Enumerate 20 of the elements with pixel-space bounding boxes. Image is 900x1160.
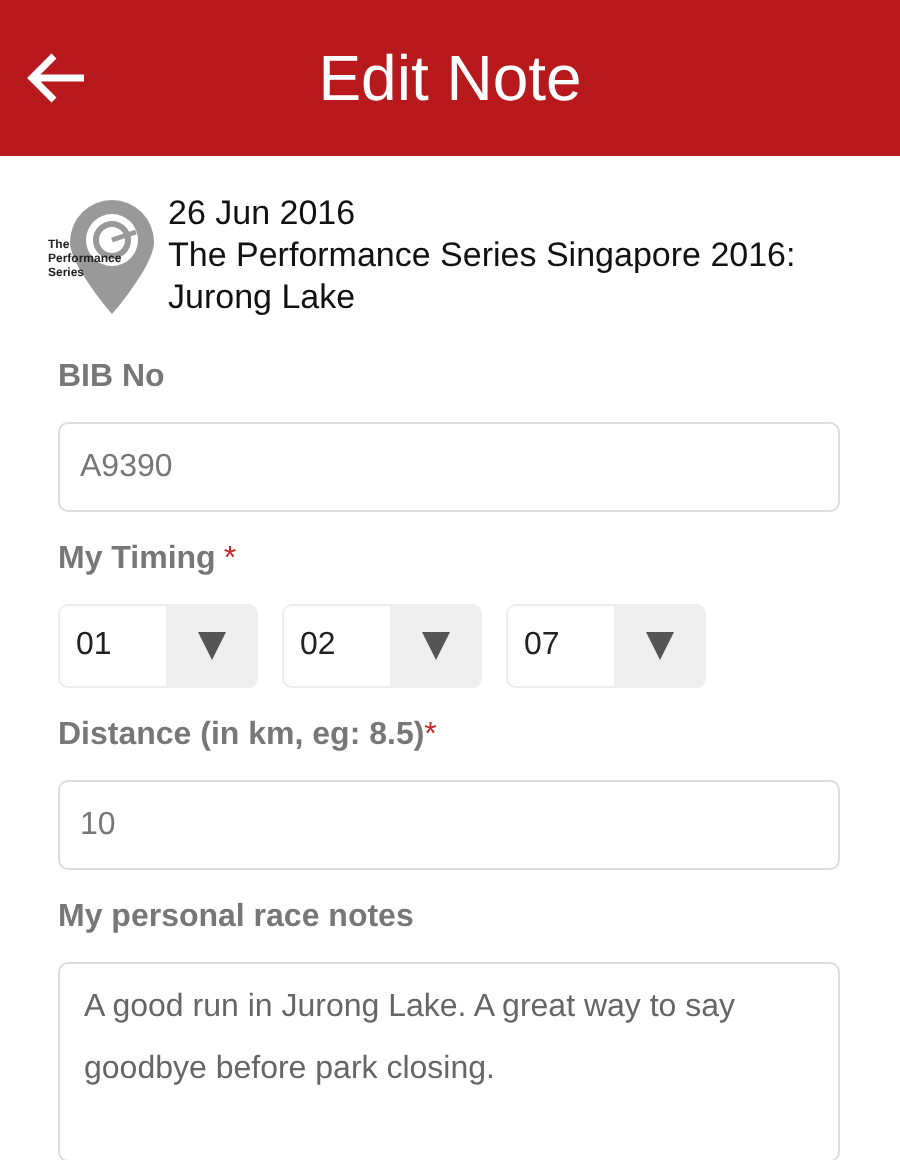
field-label: My Timing [58,540,216,580]
event-name: The Performance Series Singapore 2016: Jurong Lake [168,234,798,318]
field-label: My personal race notes [58,898,416,938]
time-select[interactable]: 01 [58,604,258,688]
page-title: Edit Note [316,40,584,118]
field-label: Distance (in km, eg: 8.5) [58,716,425,756]
required-mark: * [424,716,437,756]
required-mark: * [223,540,237,580]
notes-field[interactable]: A good run in Jurong Lake. A great way to say goodbye before park closing. [58,962,840,1160]
back-arrow-icon [24,50,88,106]
dropdown-icon [643,630,675,662]
time-select[interactable]: 07 [506,604,706,688]
field-label: BIB No [58,358,167,398]
time-select[interactable]: 02 [282,604,482,688]
text-field[interactable]: A9390 [58,422,840,512]
dropdown-icon [419,630,451,662]
dropdown-icon [195,630,227,662]
back-button[interactable] [24,50,88,106]
event-date: 26 Jun 2016 [168,192,358,234]
text-field[interactable]: 10 [58,780,840,870]
